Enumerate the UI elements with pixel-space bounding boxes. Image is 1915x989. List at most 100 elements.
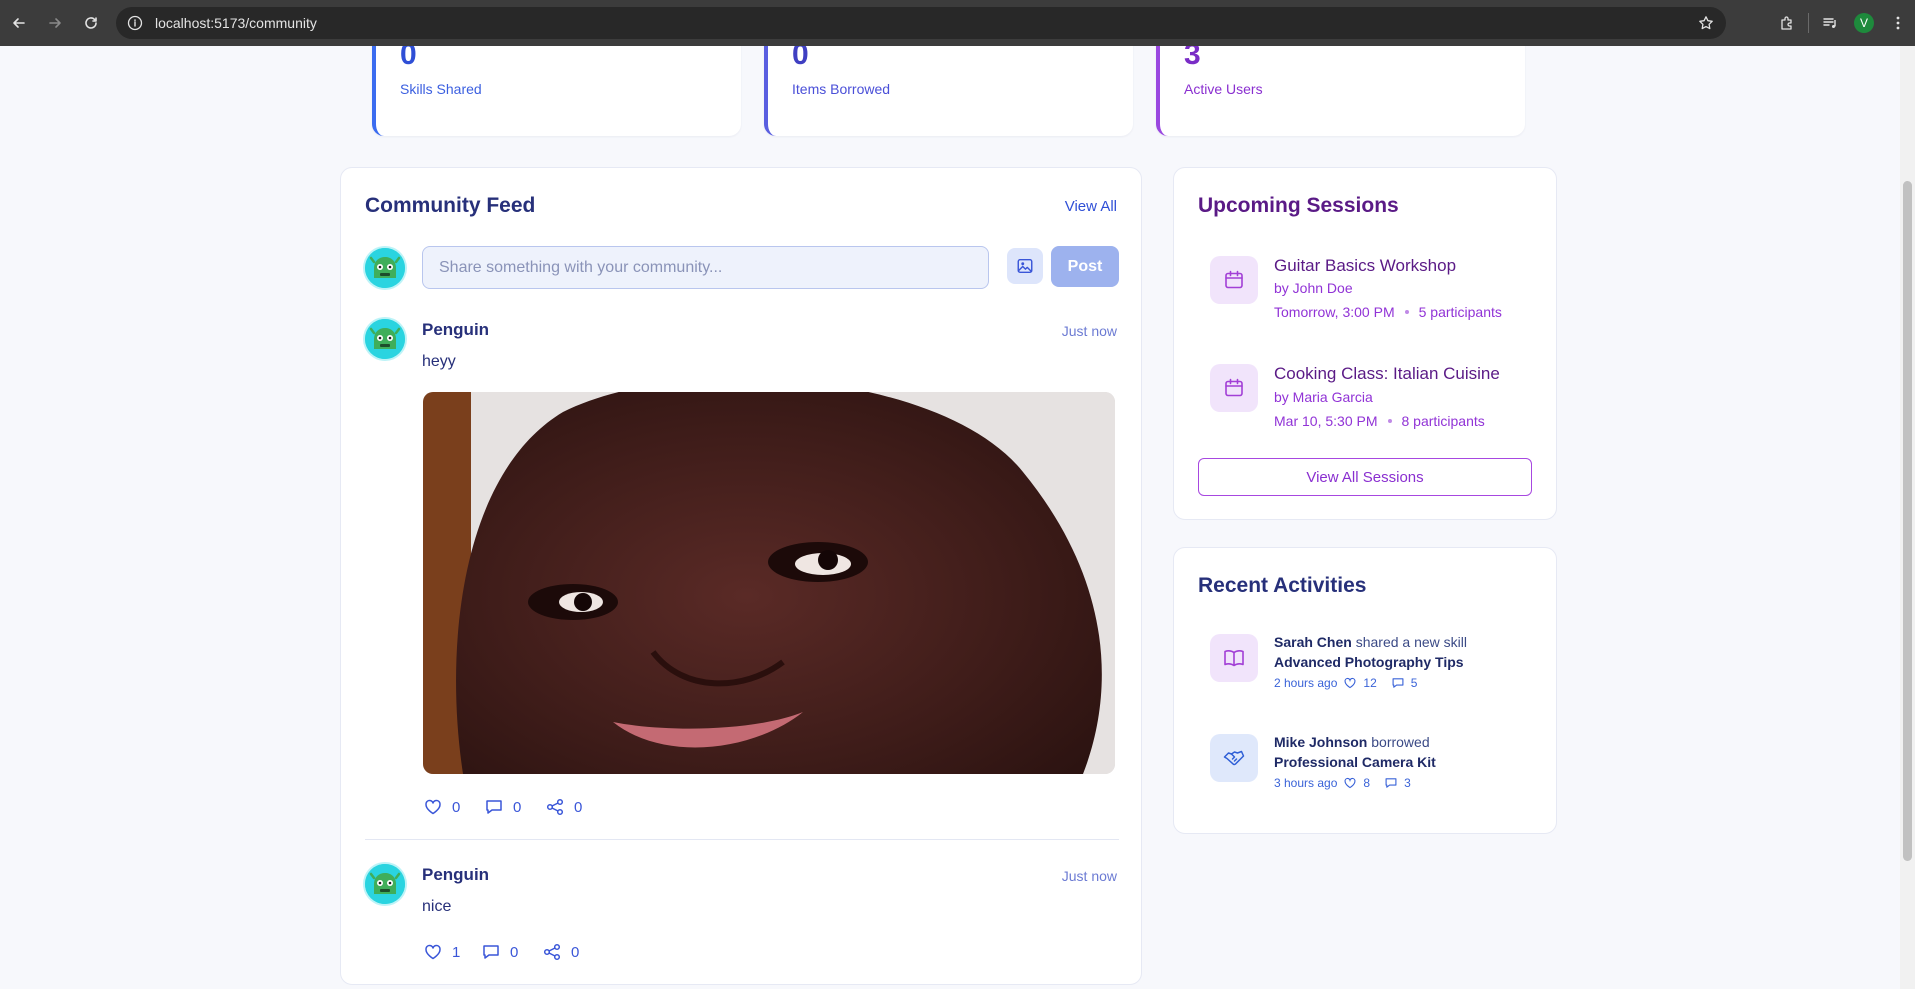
comment-icon <box>1392 678 1404 688</box>
comment-count: 0 <box>510 943 519 961</box>
toolbar-divider <box>1808 13 1809 33</box>
heart-icon <box>1344 777 1356 789</box>
image-icon <box>1017 258 1033 274</box>
like-button[interactable]: 1 <box>423 942 460 962</box>
handshake-icon <box>1210 734 1258 782</box>
activity-meta: 2 hours ago 12 5 <box>1274 676 1417 690</box>
comment-button[interactable]: 0 <box>481 942 518 962</box>
url-text: localhost:5173/community <box>155 15 317 31</box>
activity-comment-count: 3 <box>1404 776 1411 790</box>
stat-label: Skills Shared <box>400 81 482 97</box>
separator-dot <box>1404 310 1409 314</box>
book-icon <box>1210 634 1258 682</box>
composer-input[interactable] <box>422 246 989 289</box>
activity-object[interactable]: Advanced Photography Tips <box>1274 654 1464 670</box>
avatar <box>365 319 405 359</box>
monster-avatar-icon <box>365 864 405 904</box>
forward-icon[interactable] <box>38 6 72 40</box>
comment-button[interactable]: 0 <box>484 797 521 817</box>
recent-activities-card: Recent Activities Sarah Chen shared a ne… <box>1173 547 1557 834</box>
address-bar[interactable]: localhost:5173/community <box>116 7 1726 39</box>
heart-icon <box>425 944 441 960</box>
stat-label: Active Users <box>1184 81 1263 97</box>
share-count: 0 <box>574 798 583 816</box>
profile-avatar[interactable]: V <box>1854 13 1874 33</box>
view-all-sessions-button[interactable]: View All Sessions <box>1198 458 1532 496</box>
comment-icon <box>483 945 499 959</box>
activity-summary: Mike Johnson borrowed <box>1274 734 1430 750</box>
session-participants: 8 participants <box>1401 413 1485 429</box>
like-count: 1 <box>452 943 461 961</box>
stat-value: 0 <box>400 46 417 71</box>
calendar-icon <box>1210 364 1258 412</box>
stat-card-users: 3 Active Users <box>1156 46 1525 136</box>
post-author[interactable]: Penguin <box>422 320 489 340</box>
activity-verb: shared a new skill <box>1355 634 1467 650</box>
heart-icon <box>1344 677 1356 689</box>
share-button[interactable]: 0 <box>545 797 582 817</box>
scrollbar-thumb[interactable] <box>1903 181 1912 861</box>
post-button[interactable]: Post <box>1051 246 1119 287</box>
session-meta: Tomorrow, 3:00 PM 5 participants <box>1274 304 1502 320</box>
share-icon <box>546 798 564 816</box>
comment-count: 0 <box>513 798 522 816</box>
post-image[interactable] <box>423 392 1115 774</box>
activity-like-count: 12 <box>1363 676 1377 690</box>
activity-time: 2 hours ago <box>1274 676 1338 690</box>
post-divider <box>365 839 1119 840</box>
page-scrollbar[interactable] <box>1900 46 1915 989</box>
avatar <box>365 864 405 904</box>
heart-icon <box>425 799 441 815</box>
menu-kebab-icon[interactable] <box>1881 6 1915 40</box>
site-info-icon[interactable] <box>127 15 143 31</box>
monster-avatar-icon <box>365 248 405 288</box>
post-timestamp: Just now <box>1061 868 1117 884</box>
share-icon <box>543 943 561 961</box>
session-title[interactable]: Cooking Class: Italian Cuisine <box>1274 364 1500 384</box>
attach-image-button[interactable] <box>1007 248 1043 284</box>
calendar-icon <box>1210 256 1258 304</box>
activity-user[interactable]: Sarah Chen <box>1274 634 1352 650</box>
monster-avatar-icon <box>365 319 405 359</box>
stat-value: 3 <box>1184 46 1201 71</box>
activities-title: Recent Activities <box>1198 574 1367 597</box>
session-host: by Maria Garcia <box>1274 389 1373 405</box>
session-time: Mar 10, 5:30 PM <box>1274 413 1378 429</box>
view-all-link[interactable]: View All <box>1065 198 1117 215</box>
comment-icon <box>1385 778 1397 788</box>
post-author[interactable]: Penguin <box>422 865 489 885</box>
like-count: 0 <box>452 798 461 816</box>
extensions-icon[interactable] <box>1770 6 1804 40</box>
post-text: heyy <box>422 353 456 370</box>
activity-user[interactable]: Mike Johnson <box>1274 734 1367 750</box>
share-count: 0 <box>571 943 580 961</box>
activity-time: 3 hours ago <box>1274 776 1338 790</box>
like-button[interactable]: 0 <box>423 797 460 817</box>
activity-object[interactable]: Professional Camera Kit <box>1274 754 1436 770</box>
activity-like-count: 8 <box>1363 776 1371 790</box>
separator-dot <box>1387 419 1392 423</box>
upcoming-sessions-card: Upcoming Sessions Guitar Basics Workshop… <box>1173 167 1557 520</box>
stat-card-skills: 0 Skills Shared <box>372 46 741 136</box>
activity-meta: 3 hours ago 8 3 <box>1274 776 1411 790</box>
share-button[interactable]: 0 <box>542 942 579 962</box>
media-controls-icon[interactable] <box>1813 6 1847 40</box>
post-timestamp: Just now <box>1061 323 1117 339</box>
community-page: 0 Skills Shared 0 Items Borrowed 3 Activ… <box>0 46 1900 989</box>
back-icon[interactable] <box>2 6 36 40</box>
stat-label: Items Borrowed <box>792 81 891 97</box>
reload-icon[interactable] <box>74 6 108 40</box>
session-participants: 5 participants <box>1418 304 1502 320</box>
activity-comment-count: 5 <box>1410 676 1418 690</box>
session-title[interactable]: Guitar Basics Workshop <box>1274 256 1456 276</box>
stat-card-items: 0 Items Borrowed <box>764 46 1133 136</box>
activity-verb: borrowed <box>1371 734 1430 750</box>
portrait-photo <box>423 392 1115 774</box>
session-meta: Mar 10, 5:30 PM 8 participants <box>1274 413 1485 429</box>
feed-title: Community Feed <box>365 194 536 217</box>
avatar <box>365 248 405 288</box>
activity-summary: Sarah Chen shared a new skill <box>1274 634 1467 650</box>
sessions-title: Upcoming Sessions <box>1198 194 1399 217</box>
comment-icon <box>486 800 502 814</box>
bookmark-star-icon[interactable] <box>1698 15 1714 31</box>
